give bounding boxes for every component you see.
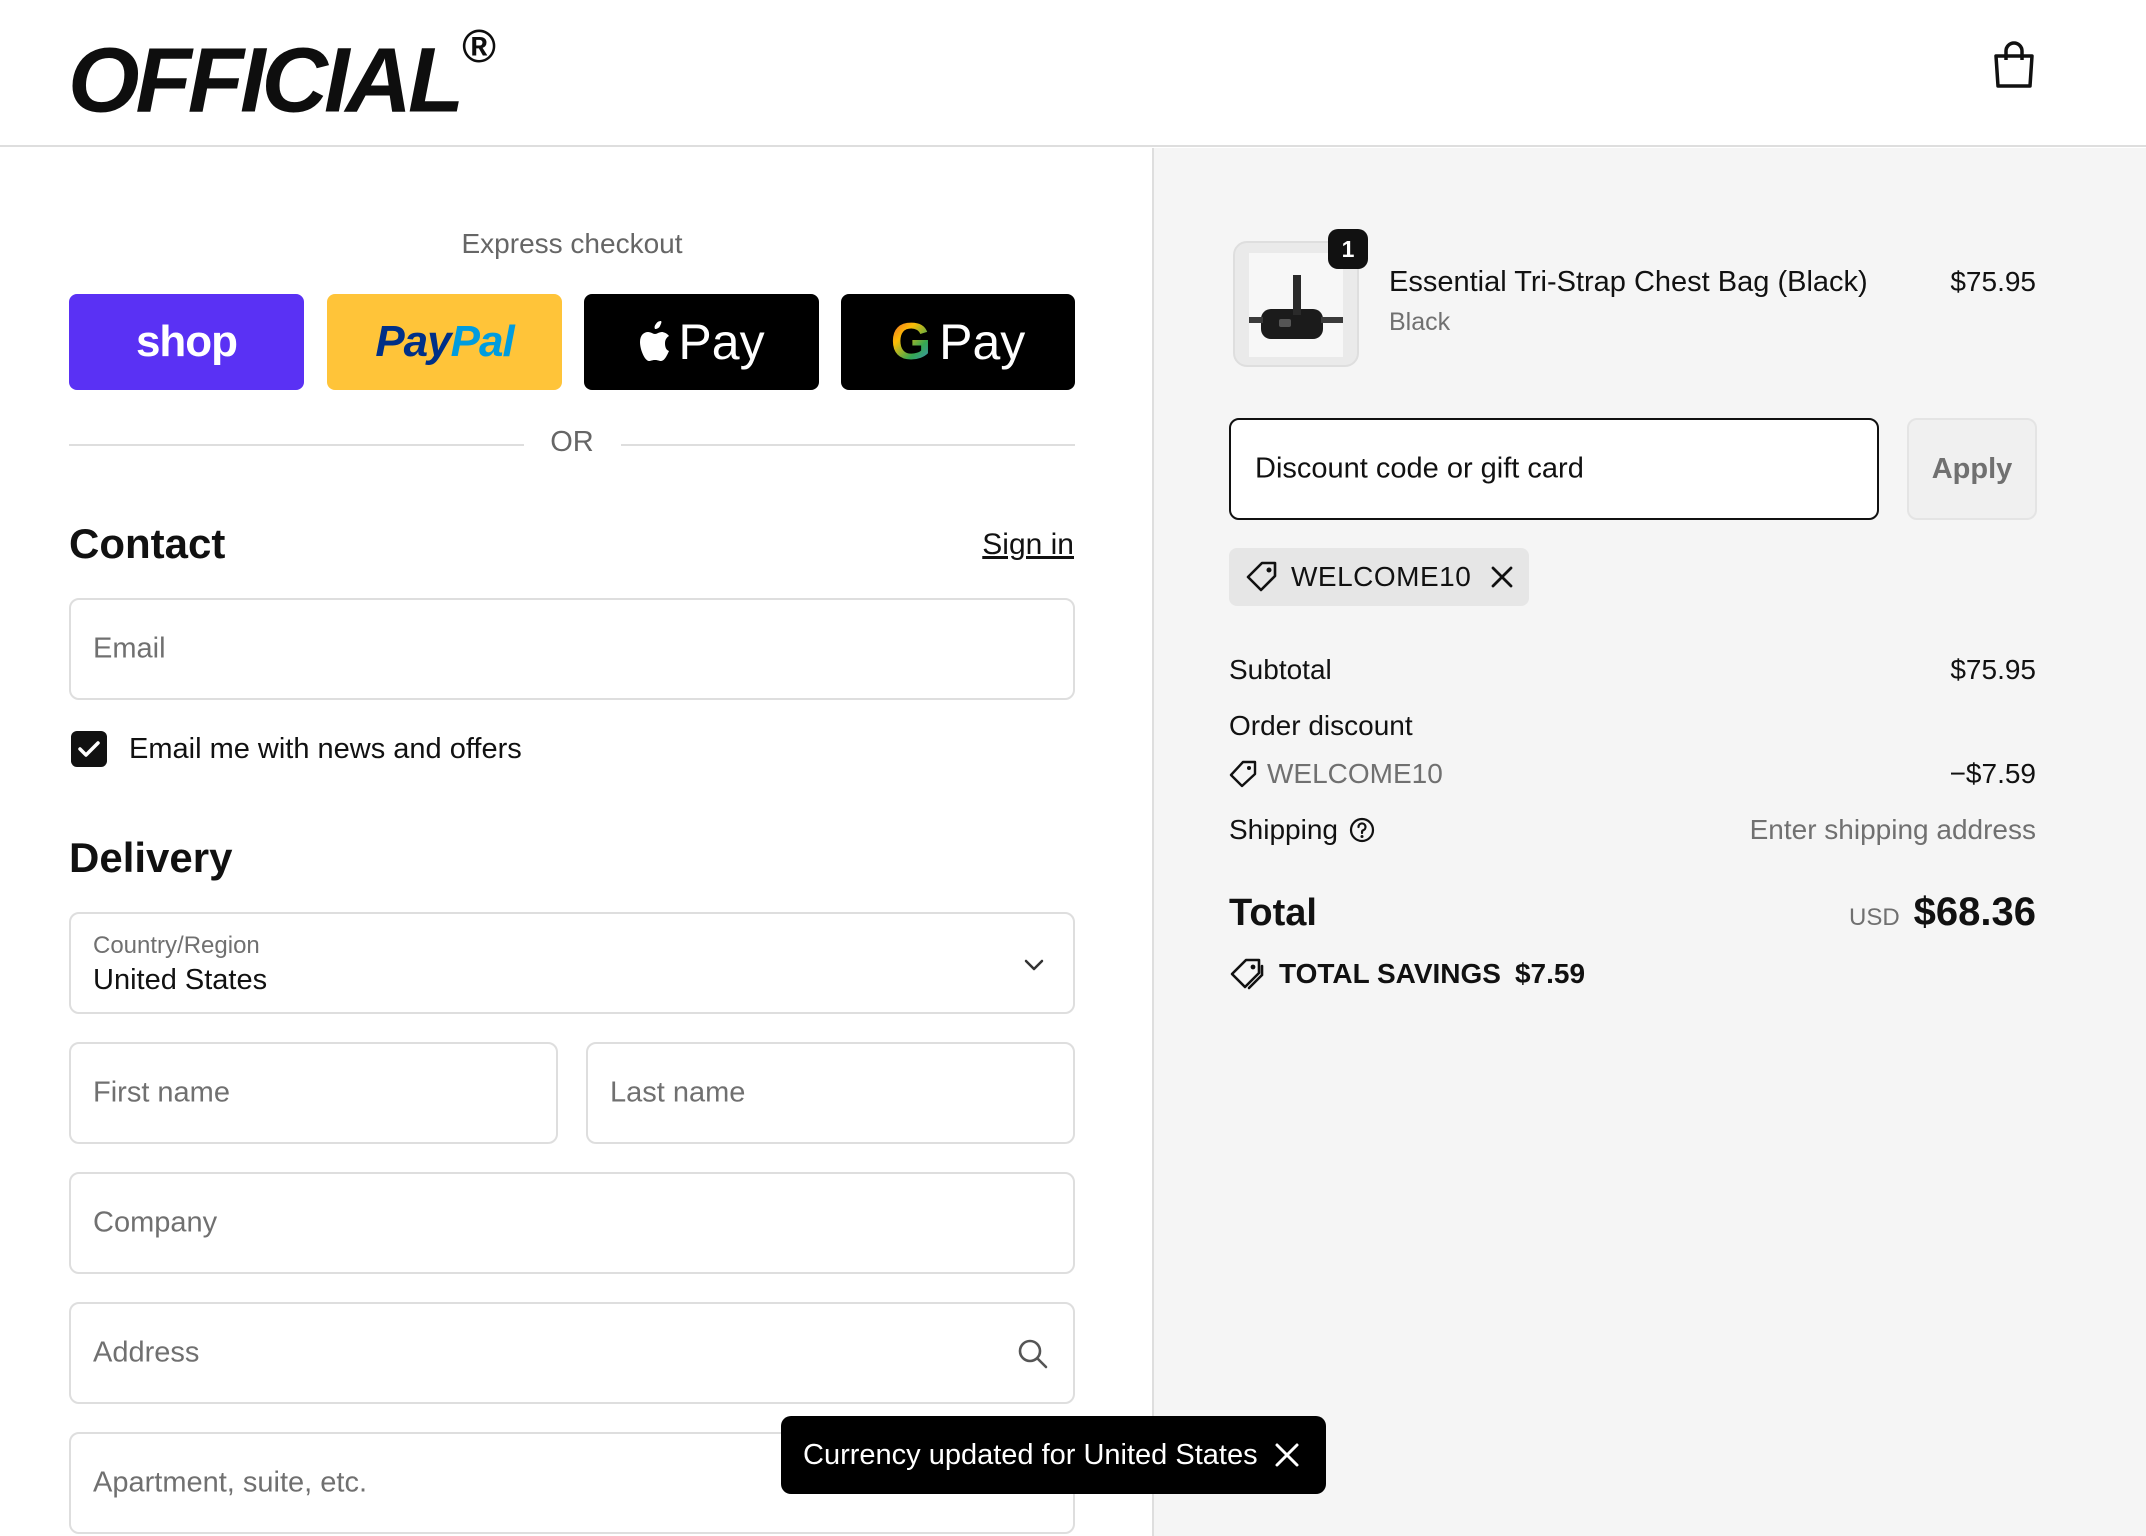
quantity-badge: 1 — [1328, 229, 1368, 269]
product-name: Essential Tri-Strap Chest Bag (Black) — [1389, 266, 1868, 298]
last-name-field[interactable]: Last name — [586, 1042, 1075, 1144]
google-pay-button[interactable]: G Pay — [841, 294, 1075, 390]
currency-toast: Currency updated for United States — [781, 1416, 1326, 1494]
country-label: Country/Region — [93, 932, 260, 959]
order-discount-code-row: WELCOME10 — [1229, 758, 1443, 790]
company-field[interactable]: Company — [69, 1172, 1075, 1274]
paypal-label-pal: Pal — [450, 317, 515, 366]
savings-label: TOTAL SAVINGS — [1279, 958, 1501, 989]
checkmark-icon — [78, 741, 100, 757]
subtotal-label: Subtotal — [1229, 654, 1332, 685]
shipping-row: Shipping — [1229, 814, 1376, 846]
or-divider: OR — [69, 424, 1075, 464]
shop-pay-button[interactable]: shop — [69, 294, 304, 390]
country-value: United States — [93, 964, 268, 996]
address-field[interactable]: Address — [69, 1302, 1075, 1404]
company-placeholder: Company — [93, 1206, 218, 1239]
order-discount-label: Order discount — [1229, 710, 1413, 741]
toast-message: Currency updated for United States — [803, 1438, 1258, 1471]
apple-pay-label: Pay — [678, 314, 765, 370]
product-image — [1249, 253, 1343, 357]
discount-placeholder: Discount code or gift card — [1255, 452, 1584, 485]
search-icon[interactable] — [1017, 1338, 1049, 1370]
order-discount-value: −$7.59 — [1949, 758, 2036, 789]
last-name-placeholder: Last name — [610, 1076, 746, 1109]
google-g-icon: G — [890, 313, 932, 371]
shop-pay-label: shop — [135, 317, 238, 366]
applied-discount-code: WELCOME10 — [1291, 561, 1472, 592]
newsletter-checkbox[interactable] — [71, 731, 107, 767]
google-pay-label: Pay — [939, 314, 1026, 370]
delivery-title: Delivery — [69, 834, 233, 881]
total-currency: USD — [1848, 904, 1900, 931]
product-variant: Black — [1389, 308, 1451, 336]
subtotal-value: $75.95 — [1950, 654, 2036, 685]
chest-bag-image — [1249, 275, 1343, 339]
total-amount: $68.36 — [1913, 890, 2036, 934]
help-circle-icon[interactable] — [1348, 816, 1376, 844]
product-price: $75.95 — [1950, 266, 2036, 297]
email-placeholder: Email — [93, 632, 166, 665]
header: OFFICIAL® — [0, 0, 2146, 147]
paypal-label-pay: Pay — [375, 317, 451, 366]
registered-mark: ® — [462, 20, 497, 72]
newsletter-option[interactable]: Email me with news and offers — [71, 730, 522, 768]
first-name-placeholder: First name — [93, 1076, 230, 1109]
apply-discount-button[interactable]: Apply — [1907, 418, 2037, 520]
country-select[interactable]: Country/Region United States — [69, 912, 1075, 1014]
total-label: Total — [1229, 892, 1317, 934]
total-value-group: USD $68.36 — [1849, 890, 2036, 935]
shopping-bag-icon[interactable] — [1992, 40, 2036, 90]
order-discount-code: WELCOME10 — [1267, 758, 1443, 789]
applied-discount-chip: WELCOME10 — [1229, 548, 1529, 606]
savings-tag-icon — [1230, 958, 1264, 990]
tag-icon — [1246, 561, 1277, 592]
tag-icon — [1229, 760, 1257, 788]
savings-value: $7.59 — [1514, 958, 1586, 989]
remove-discount-icon[interactable] — [1489, 564, 1515, 590]
address-placeholder: Address — [93, 1336, 200, 1369]
express-checkout-title: Express checkout — [461, 228, 683, 259]
sign-in-link[interactable]: Sign in — [982, 528, 1074, 562]
apartment-placeholder: Apartment, suite, etc. — [93, 1466, 368, 1499]
newsletter-label: Email me with news and offers — [129, 732, 522, 765]
paypal-button[interactable]: Pay Pal — [327, 294, 562, 390]
logo-text: OFFICIAL — [68, 29, 464, 132]
first-name-field[interactable]: First name — [69, 1042, 558, 1144]
apple-icon — [640, 321, 670, 361]
brand-logo[interactable]: OFFICIAL® — [68, 14, 496, 131]
shipping-label: Shipping — [1229, 814, 1338, 845]
discount-code-input[interactable]: Discount code or gift card — [1229, 418, 1879, 520]
total-savings: TOTAL SAVINGS $7.59 — [1229, 956, 1585, 992]
apple-pay-button[interactable]: Pay — [584, 294, 819, 390]
or-label: OR — [550, 426, 594, 458]
shipping-value: Enter shipping address — [1749, 814, 2036, 845]
chevron-down-icon — [1024, 959, 1044, 971]
email-field[interactable]: Email — [69, 598, 1075, 700]
contact-title: Contact — [69, 520, 226, 567]
close-icon[interactable] — [1272, 1440, 1302, 1470]
